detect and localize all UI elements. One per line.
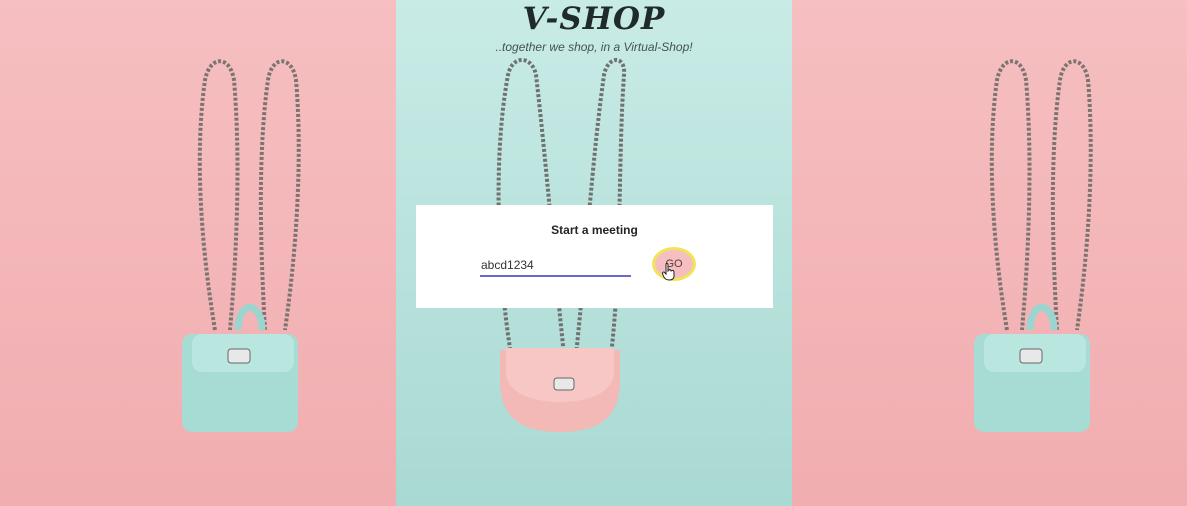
brand-title: V-SHOP: [522, 1, 666, 37]
dialog-title: Start a meeting: [551, 223, 638, 237]
brand-header: V-SHOP ..together we shop, in a Virtual-…: [396, 0, 792, 54]
start-meeting-dialog: Start a meeting GO: [416, 205, 773, 308]
brand-tagline: ..together we shop, in a Virtual-Shop!: [495, 40, 693, 54]
right-product-image: [792, 0, 1187, 506]
hand-pointer-icon: [662, 263, 675, 281]
mint-backpack-illustration: [182, 59, 301, 432]
mint-backpack-illustration: [974, 59, 1093, 432]
left-product-image: [0, 0, 396, 506]
meeting-id-input[interactable]: [480, 255, 631, 277]
